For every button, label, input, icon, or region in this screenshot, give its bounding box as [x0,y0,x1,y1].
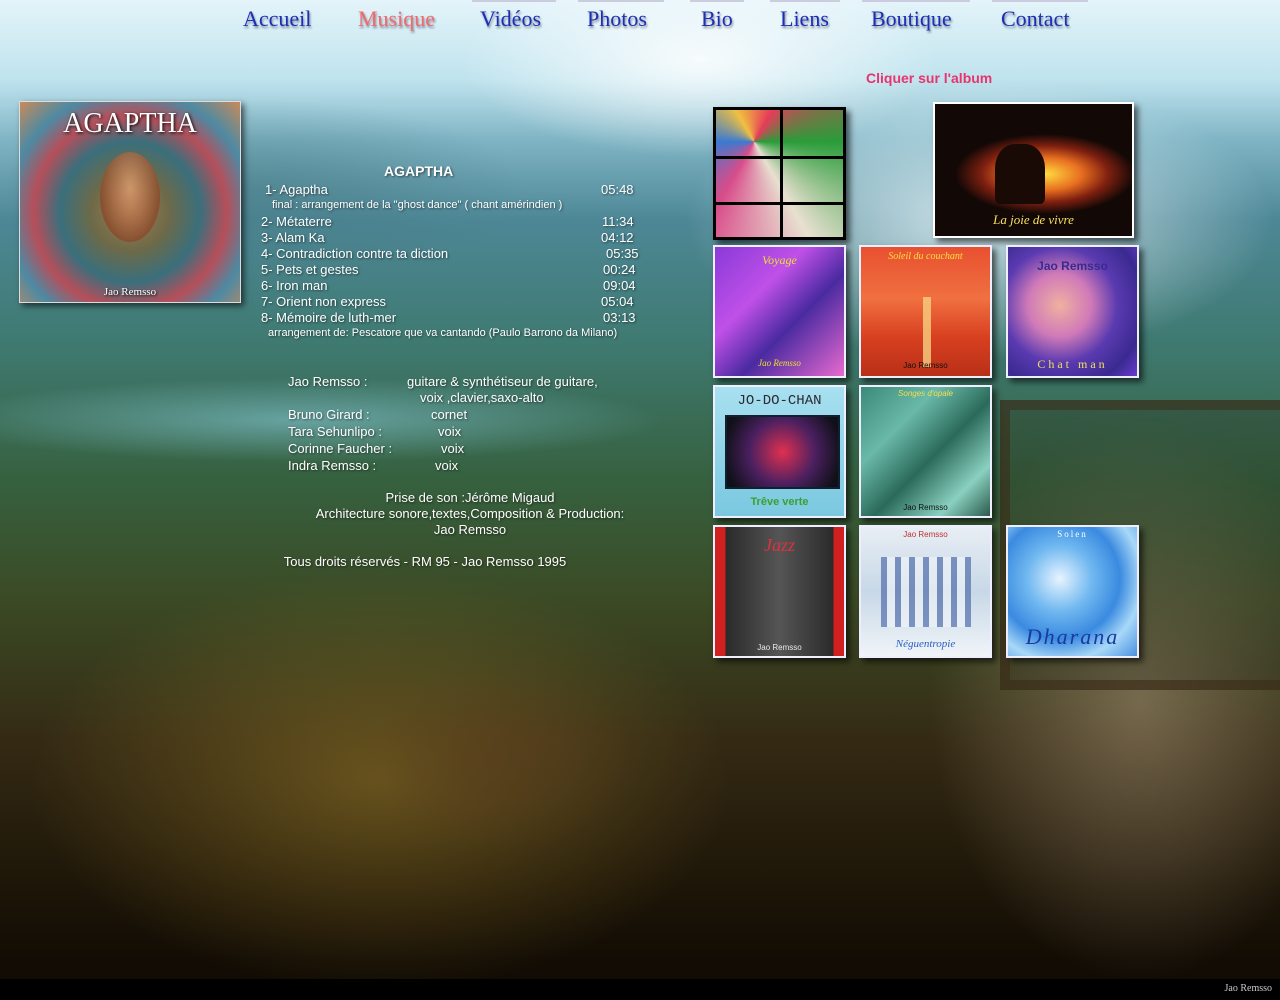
track-title: 5- Pets et gestes [261,262,359,277]
track-row: 5- Pets et gestes 00:24 [0,262,700,278]
album-artist: Jao Remsso [757,643,802,652]
nav-photos[interactable]: Photos [587,6,647,32]
album-cover-chat-man[interactable]: Jao Remsso Chat man [1006,245,1139,378]
nav-separator [770,0,840,2]
track-row: 3- Alam Ka 04:12 [0,230,700,246]
track-duration: 05:35 [606,246,639,261]
nav-separator [992,0,1088,2]
credit-name: Corinne Faucher : [288,441,393,456]
track-row: 6- Iron man 09:04 [0,278,700,294]
track-row: 1- Agaptha 05:48 [0,182,700,198]
album-cover-dharana[interactable]: Solen Dharana [1006,525,1139,658]
album-artist: Solen [1057,529,1088,539]
nav-accueil[interactable]: Accueil [243,6,311,32]
track-duration: 11:34 [602,214,634,229]
credit-role: guitare & synthétiseur de guitare, [407,374,598,389]
track-row: 4- Contradiction contre ta diction 05:35 [0,246,700,262]
credit-name: Indra Remsso : [288,458,377,473]
album-label: Chat man [1037,357,1108,371]
production-line: Prise de son :Jérôme Migaud [385,490,555,505]
album-label: Songes d'opale [898,389,953,398]
track-title: 2- Métaterre [261,214,332,229]
track-title: 4- Contradiction contre ta diction [261,246,449,261]
track-note: arrangement de: Pescatore que va cantand… [268,327,618,339]
album-artist: Jao Remsso [903,530,948,539]
album-hint: Cliquer sur l'album [866,70,993,86]
track-duration: 00:24 [603,262,636,277]
track-duration: 05:04 [601,294,634,309]
track-title: 6- Iron man [261,278,328,293]
track-row: 2- Métaterre 11:34 [0,214,700,230]
album-artist: Jao Remsso [903,503,948,512]
album-cover-neguentropie[interactable]: Jao Remsso Néguentropie [859,525,992,658]
background-guitar [320,560,700,920]
footer-credit: Jao Remsso [1224,983,1273,994]
track-duration: 09:04 [603,278,636,293]
album-cover-la-joie-de-vivre[interactable]: La joie de vivre [933,102,1134,238]
copyright-text: Tous droits réservés - RM 95 - Jao Remss… [283,554,567,569]
main-nav: Accueil Musique Vidéos Photos Bio Liens … [0,0,1280,46]
nav-bio[interactable]: Bio [701,6,733,32]
credit-role: voix [441,441,465,456]
track-title: 1- Agaptha [265,182,328,197]
nav-separator [578,0,664,2]
nav-boutique[interactable]: Boutique [871,6,952,32]
track-row: 8- Mémoire de luth-mer 03:13 [0,310,700,326]
nav-separator [472,0,556,2]
album-label: Voyage [762,253,797,267]
credit-name: Bruno Girard : [288,407,370,422]
credit-name: Tara Sehunlipo : [288,424,382,439]
nav-separator [862,0,970,2]
track-duration: 04:12 [601,230,634,245]
album-cover-songes-d-opale[interactable]: Songes d'opale Jao Remsso [859,385,992,518]
nav-liens[interactable]: Liens [780,6,829,32]
track-title: 8- Mémoire de luth-mer [261,310,397,325]
album-heading: AGAPTHA [384,163,454,179]
album-cover-soleil-du-couchant[interactable]: Soleil du couchant Jao Remsso [859,245,992,378]
production-line: Architecture sonore,textes,Composition &… [315,506,625,521]
production-line: Jao Remsso [433,522,507,537]
album-label: La joie de vivre [993,212,1074,227]
album-artist: Jao Remsso [903,361,948,370]
album-artist: Jao Remsso [758,358,801,368]
track-duration: 03:13 [603,310,636,325]
track-title: 7- Orient non express [261,294,387,309]
credit-name: Jao Remsso : [288,374,368,389]
album-cover-jazz[interactable]: Jazz Jao Remsso [713,525,846,658]
album-label: Jazz [764,535,795,555]
credit-role: voix [435,458,459,473]
album-label: Dharana [1025,624,1120,649]
track-duration: 05:48 [601,182,634,197]
track-title: 3- Alam Ka [261,230,325,245]
album-artist: Jao Remsso [1037,259,1108,273]
album-cover-flowers[interactable] [713,107,846,240]
nav-contact[interactable]: Contact [1001,6,1069,32]
album-label: Soleil du couchant [888,251,963,262]
nav-musique[interactable]: Musique [358,6,435,32]
credit-role: voix ,clavier,saxo-alto [420,390,544,405]
album-label: Néguentropie [895,638,956,650]
album-cover-jo-do-chan[interactable]: JO-DO-CHAN Trêve verte [713,385,846,518]
track-note: final : arrangement de la "ghost dance" … [272,199,563,211]
credit-role: cornet [431,407,468,422]
nav-videos[interactable]: Vidéos [480,6,541,32]
track-row: 7- Orient non express 05:04 [0,294,700,310]
album-sub: Trêve verte [750,496,809,508]
album-label: JO-DO-CHAN [737,393,822,409]
footer-bar: Jao Remsso [0,979,1280,1000]
nav-separator [690,0,744,2]
album-cover-voyage[interactable]: Voyage Jao Remsso [713,245,846,378]
credit-role: voix [438,424,462,439]
cover-title: AGAPTHA [63,108,197,139]
